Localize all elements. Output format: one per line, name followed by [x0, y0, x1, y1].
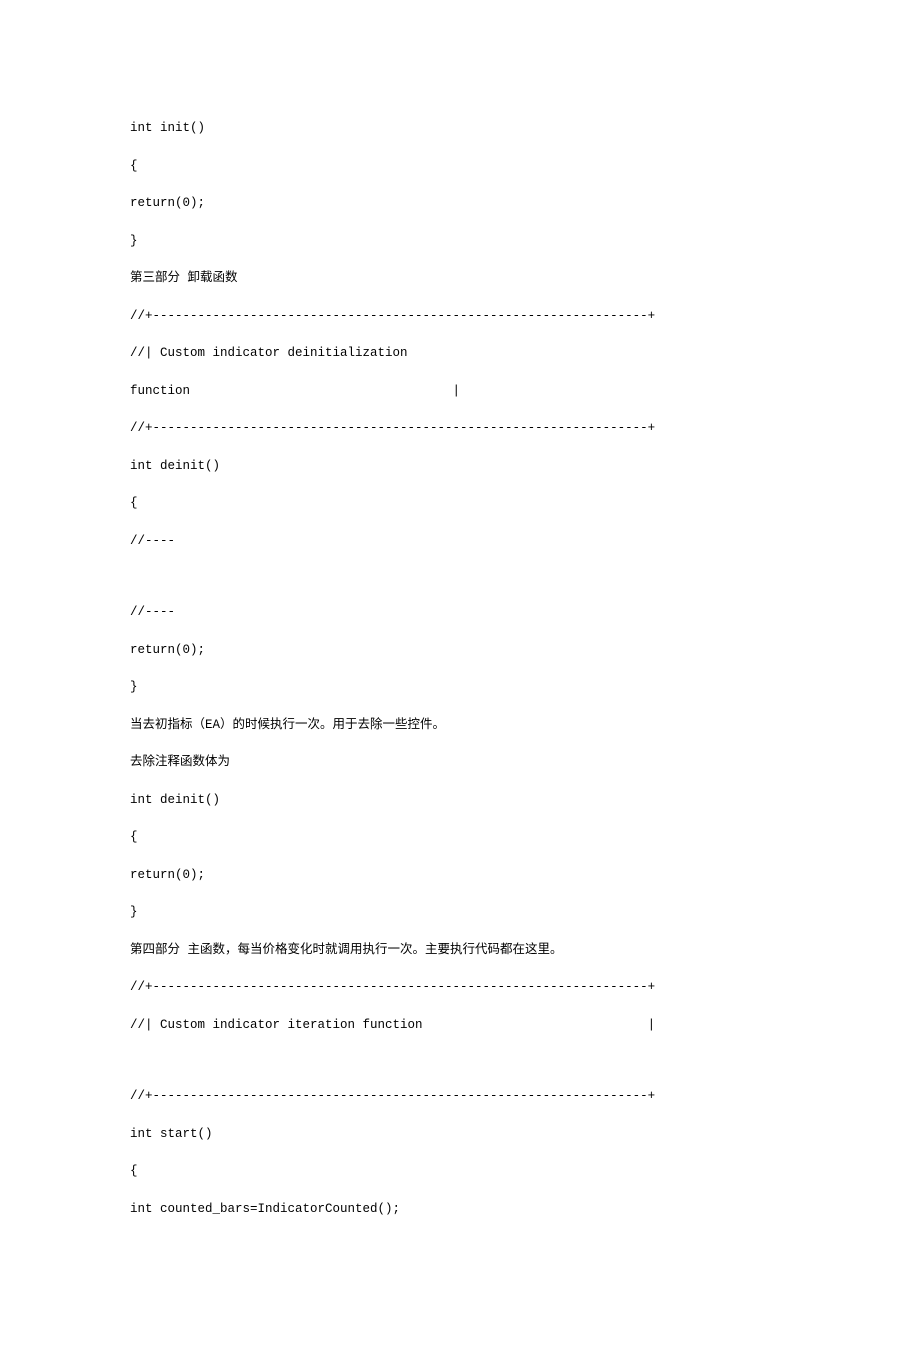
code-line: //+-------------------------------------…: [130, 1088, 790, 1106]
code-line: }: [130, 679, 790, 697]
code-line: }: [130, 233, 790, 251]
code-line: //+-------------------------------------…: [130, 420, 790, 438]
code-line: //| Custom indicator deinitialization: [130, 345, 790, 363]
code-line: return(0);: [130, 195, 790, 213]
code-line: //----: [130, 604, 790, 622]
code-line: {: [130, 829, 790, 847]
code-line: int counted_bars=IndicatorCounted();: [130, 1201, 790, 1219]
blank-line: [130, 1054, 790, 1088]
text-line: 第四部分 主函数，每当价格变化时就调用执行一次。主要执行代码都在这里。: [130, 942, 790, 960]
blank-line: [130, 570, 790, 604]
code-line: }: [130, 904, 790, 922]
code-line: //+-------------------------------------…: [130, 979, 790, 997]
code-line: {: [130, 158, 790, 176]
text-line: 去除注释函数体为: [130, 754, 790, 772]
code-line: return(0);: [130, 867, 790, 885]
code-line: function |: [130, 383, 790, 401]
code-line: //----: [130, 533, 790, 551]
code-line: //| Custom indicator iteration function …: [130, 1017, 790, 1035]
text-line: 第三部分 卸载函数: [130, 270, 790, 288]
code-line: int init(): [130, 120, 790, 138]
code-line: {: [130, 495, 790, 513]
code-line: //+-------------------------------------…: [130, 308, 790, 326]
code-line: return(0);: [130, 642, 790, 660]
text-line: 当去初指标（EA）的时候执行一次。用于去除一些控件。: [130, 717, 790, 735]
code-line: {: [130, 1163, 790, 1181]
code-line: int deinit(): [130, 792, 790, 810]
code-line: int start(): [130, 1126, 790, 1144]
code-line: int deinit(): [130, 458, 790, 476]
